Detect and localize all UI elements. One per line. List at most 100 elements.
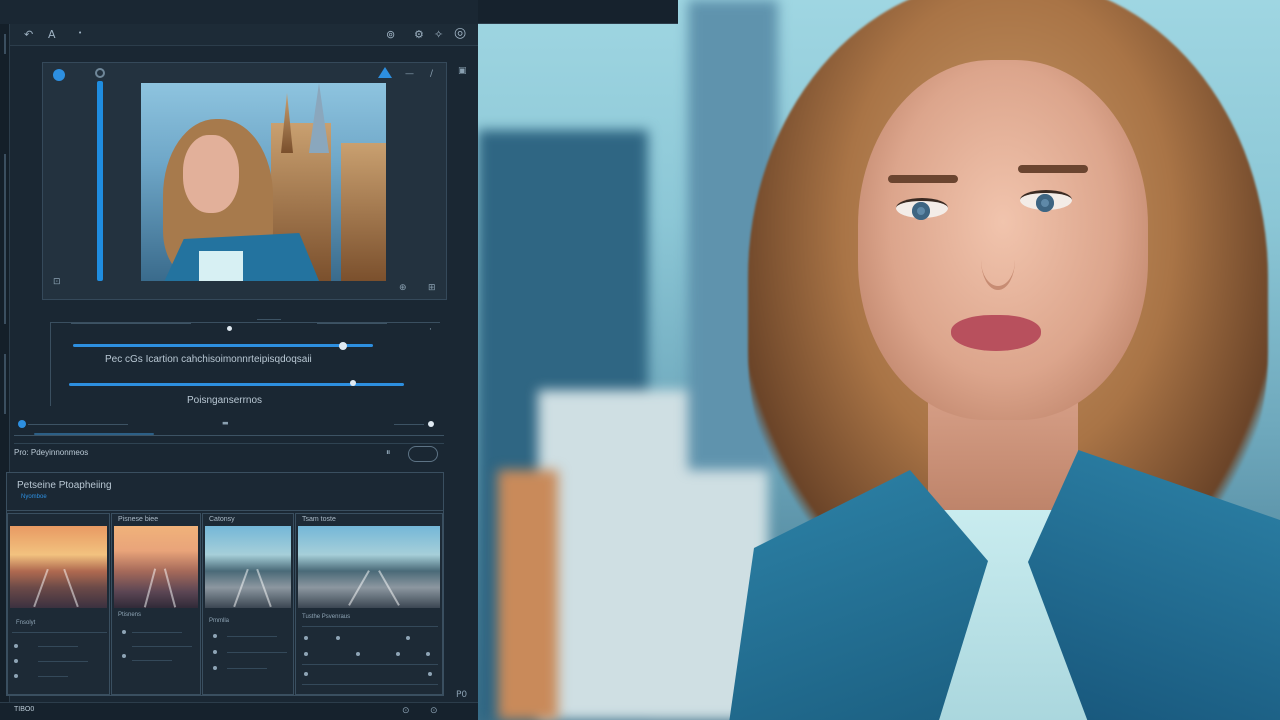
preset-card[interactable]: Tsam toste Tusthe Psvenraus xyxy=(295,513,443,695)
control-row xyxy=(302,626,438,627)
minus-icon[interactable]: — xyxy=(405,69,414,79)
playback-toggle[interactable] xyxy=(408,446,438,462)
primary-slider[interactable] xyxy=(73,344,373,347)
secondary-slider-knob[interactable] xyxy=(349,380,356,386)
small-dot-icon: • xyxy=(78,29,83,37)
control-dot[interactable] xyxy=(406,636,410,640)
control-dot[interactable] xyxy=(356,652,360,656)
status-icon[interactable]: ⊙ xyxy=(402,706,410,716)
top-toolbar: ↶ A • ⊚ ⚙ ✧ ◎ xyxy=(10,24,478,46)
preview-image[interactable] xyxy=(141,83,386,281)
right-eye xyxy=(1020,190,1072,212)
woman-subject xyxy=(728,0,1280,720)
road-line xyxy=(33,568,49,608)
library-header: Petseine Ptoapheiing Nyomboe xyxy=(7,473,443,511)
timeline-knob[interactable] xyxy=(428,421,434,427)
corner-icon[interactable]: P0 xyxy=(456,690,467,700)
road-line xyxy=(143,568,157,608)
presets-library-panel: Petseine Ptoapheiing Nyomboe Fnsolyt Pis… xyxy=(6,472,444,696)
ring-icon[interactable] xyxy=(95,68,105,78)
road-line xyxy=(348,570,370,606)
status-icon[interactable]: ⊙ xyxy=(430,706,438,716)
preset-thumbnail[interactable] xyxy=(298,526,440,608)
control-row xyxy=(38,646,78,647)
control-dot[interactable] xyxy=(122,654,126,658)
adjustment-panel: · Pec cGs Icartion cahchisoimonnrteipisq… xyxy=(50,319,440,406)
primary-slider-label: Pec cGs Icartion cahchisoimonnrteipisqdo… xyxy=(105,354,312,365)
preset-card[interactable]: Pisnese biee Ptisnens xyxy=(111,513,201,695)
circle-icon[interactable]: ◎ xyxy=(454,26,466,40)
undo-icon[interactable]: ↶ xyxy=(24,28,33,42)
corner-icon[interactable]: ⊡ xyxy=(53,277,61,287)
strip-handle[interactable] xyxy=(4,154,6,324)
photo-editor-window: ↶ A • ⊚ ⚙ ✧ ◎ — ∕ ⊡ ⊕ ⊞ ▣ · Pec cGs Icar… xyxy=(0,0,478,720)
shirt xyxy=(199,251,243,281)
left-eyebrow xyxy=(888,175,958,183)
preset-thumbnail[interactable] xyxy=(114,526,198,608)
control-row xyxy=(302,684,438,685)
split-icon[interactable]: ⏸ xyxy=(386,448,391,458)
control-dot[interactable] xyxy=(14,674,18,678)
primary-slider-knob[interactable] xyxy=(339,342,347,350)
preset-card[interactable]: Fnsolyt xyxy=(7,513,110,695)
marker-icon: ▬ xyxy=(222,419,229,427)
timeline-track xyxy=(14,435,444,436)
preset-caption: Tsam toste xyxy=(302,516,336,523)
preset-caption: Pisnese biee xyxy=(118,516,159,523)
control-row xyxy=(132,646,192,647)
control-dot[interactable] xyxy=(14,644,18,648)
building xyxy=(341,143,386,281)
preset-card[interactable]: Catonsy Pmmlla xyxy=(202,513,294,695)
road-line xyxy=(63,568,79,608)
control-dot[interactable] xyxy=(396,652,400,656)
timeline-label: Pro: Pdeyinnonmeos xyxy=(14,448,89,457)
preset-thumbnail[interactable] xyxy=(205,526,291,608)
timeline-track xyxy=(394,424,424,425)
portrait-photo xyxy=(478,0,1280,720)
playhead[interactable] xyxy=(18,420,26,428)
record-dot-icon[interactable] xyxy=(53,69,65,81)
control-heading: Ptisnens xyxy=(118,612,142,618)
strip-handle[interactable] xyxy=(4,354,6,414)
adjust-knob[interactable] xyxy=(227,326,232,331)
road-line xyxy=(163,568,177,608)
timeline-bar: ▬ xyxy=(14,417,444,437)
control-dot[interactable] xyxy=(213,650,217,654)
left-eye xyxy=(896,198,948,220)
road-line xyxy=(378,570,400,606)
control-dot[interactable] xyxy=(428,672,432,676)
control-row xyxy=(38,661,88,662)
status-text: TIBO0 xyxy=(14,706,35,713)
strip-handle[interactable] xyxy=(4,34,6,54)
image-preview-panel: — ∕ ⊡ ⊕ ⊞ xyxy=(42,62,447,300)
zoom-icon[interactable]: ⊕ xyxy=(399,283,407,293)
control-dot[interactable] xyxy=(304,652,308,656)
control-row xyxy=(227,668,267,669)
control-dot[interactable] xyxy=(122,630,126,634)
control-dot[interactable] xyxy=(213,634,217,638)
control-dot[interactable] xyxy=(14,659,18,663)
library-subtitle[interactable]: Nyomboe xyxy=(21,494,47,500)
warning-triangle-icon[interactable] xyxy=(378,67,392,78)
face xyxy=(183,135,239,213)
playback-row: Pro: Pdeyinnonmeos ⏸ xyxy=(14,443,444,465)
lips xyxy=(951,315,1041,351)
settings-icon[interactable]: ✧ xyxy=(434,28,443,42)
control-dot[interactable] xyxy=(336,636,340,640)
road-line xyxy=(233,568,249,608)
pen-icon[interactable]: ∕ xyxy=(430,69,433,79)
timeline-track xyxy=(28,424,128,425)
control-dot[interactable] xyxy=(213,666,217,670)
side-panel-icon[interactable]: ▣ xyxy=(458,66,467,76)
vertical-slider[interactable] xyxy=(97,81,103,281)
dot-icon: · xyxy=(429,325,432,335)
preset-thumbnail[interactable] xyxy=(10,526,107,608)
control-dot[interactable] xyxy=(304,636,308,640)
fit-icon[interactable]: ⊞ xyxy=(428,283,436,293)
gear-icon[interactable]: ⚙ xyxy=(414,28,424,42)
control-dot[interactable] xyxy=(426,652,430,656)
preset-caption: Catonsy xyxy=(209,516,235,523)
triangle-tool-icon[interactable]: A xyxy=(48,28,56,42)
camera-icon[interactable]: ⊚ xyxy=(386,28,395,42)
control-dot[interactable] xyxy=(304,672,308,676)
